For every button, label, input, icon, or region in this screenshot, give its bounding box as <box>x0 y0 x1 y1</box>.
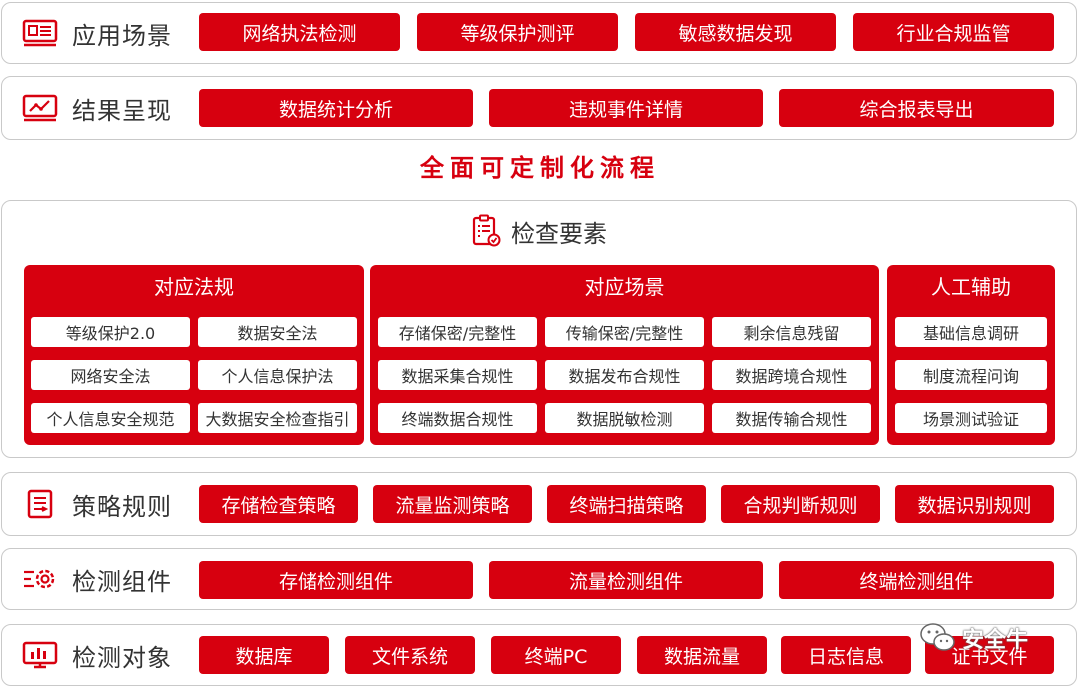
item-cross-border-compliance[interactable]: 数据跨境合规性 <box>712 360 871 390</box>
item-storage-confidentiality[interactable]: 存储保密/完整性 <box>378 317 537 347</box>
item-data-publishing-compliance[interactable]: 数据发布合规性 <box>545 360 704 390</box>
item-data-masking-detection[interactable]: 数据脱敏检测 <box>545 403 704 433</box>
button-data-identification-rules[interactable]: 数据识别规则 <box>895 485 1054 523</box>
item-level-protection[interactable]: 等级保护2.0 <box>31 317 190 347</box>
button-traffic-monitor-strategy[interactable]: 流量监测策略 <box>373 485 532 523</box>
panel-title: 检查要素 <box>511 219 607 248</box>
button-industry-compliance[interactable]: 行业合规监管 <box>853 13 1054 51</box>
button-storage-detection-component[interactable]: 存储检测组件 <box>199 561 473 599</box>
item-residual-information[interactable]: 剩余信息残留 <box>712 317 871 347</box>
button-storage-check-strategy[interactable]: 存储检查策略 <box>199 485 358 523</box>
group-regulations: 对应法规 等级保护2.0 数据安全法 网络安全法 个人信息保护法 个人信息安全规… <box>24 265 364 445</box>
item-process-inquiry[interactable]: 制度流程问询 <box>895 360 1047 390</box>
button-terminal-pc[interactable]: 终端PC <box>491 636 621 674</box>
row-detection-components: 检测组件 存储检测组件 流量检测组件 终端检测组件 <box>1 548 1077 610</box>
item-data-collection-compliance[interactable]: 数据采集合规性 <box>378 360 537 390</box>
row-detection-targets: 检测对象 数据库 文件系统 终端PC 数据流量 日志信息 证书文件 <box>1 624 1077 686</box>
panel-header: 检查要素 <box>2 213 1076 249</box>
checklist-icon <box>472 214 501 247</box>
row-results: 结果呈现 数据统计分析 违规事件详情 综合报表导出 <box>1 76 1077 140</box>
button-compliance-rules[interactable]: 合规判断规则 <box>721 485 880 523</box>
row-application-scenarios: 应用场景 网络执法检测 等级保护测评 敏感数据发现 行业合规监管 <box>1 2 1077 64</box>
group-manual-assistance: 人工辅助 基础信息调研 制度流程问询 场景测试验证 <box>887 265 1055 445</box>
button-file-system[interactable]: 文件系统 <box>345 636 475 674</box>
button-terminal-detection-component[interactable]: 终端检测组件 <box>779 561 1054 599</box>
item-big-data-security-guide[interactable]: 大数据安全检查指引 <box>198 403 357 433</box>
inspection-elements-panel: 检查要素 对应法规 等级保护2.0 数据安全法 网络安全法 个人信息保护法 个人… <box>1 200 1077 458</box>
group-title: 对应法规 <box>154 275 234 299</box>
item-cybersecurity-law[interactable]: 网络安全法 <box>31 360 190 390</box>
button-level-protection-evaluation[interactable]: 等级保护测评 <box>417 13 618 51</box>
item-data-security-law[interactable]: 数据安全法 <box>198 317 357 347</box>
item-data-transmission-compliance[interactable]: 数据传输合规性 <box>712 403 871 433</box>
item-personal-info-protection-law[interactable]: 个人信息保护法 <box>198 360 357 390</box>
item-transmission-confidentiality[interactable]: 传输保密/完整性 <box>545 317 704 347</box>
button-sensitive-data-discovery[interactable]: 敏感数据发现 <box>635 13 836 51</box>
button-violation-details[interactable]: 违规事件详情 <box>489 89 763 127</box>
button-data-traffic[interactable]: 数据流量 <box>637 636 767 674</box>
group-title: 人工辅助 <box>931 275 1011 299</box>
button-report-export[interactable]: 综合报表导出 <box>779 89 1054 127</box>
button-network-law-enforcement[interactable]: 网络执法检测 <box>199 13 400 51</box>
group-title: 对应场景 <box>584 275 665 299</box>
row-strategy-rules: 策略规则 存储检查策略 流量监测策略 终端扫描策略 合规判断规则 数据识别规则 <box>1 472 1077 536</box>
button-log-info[interactable]: 日志信息 <box>781 636 911 674</box>
item-scenario-test[interactable]: 场景测试验证 <box>895 403 1047 433</box>
group-scenarios: 对应场景 存储保密/完整性 传输保密/完整性 剩余信息残留 数据采集合规性 数据… <box>370 265 879 445</box>
button-traffic-detection-component[interactable]: 流量检测组件 <box>489 561 763 599</box>
button-terminal-scan-strategy[interactable]: 终端扫描策略 <box>547 485 706 523</box>
button-certificate-files[interactable]: 证书文件 <box>925 636 1054 674</box>
customizable-process-title: 全面可定制化流程 <box>420 154 660 182</box>
item-personal-info-security-spec[interactable]: 个人信息安全规范 <box>31 403 190 433</box>
item-terminal-data-compliance[interactable]: 终端数据合规性 <box>378 403 537 433</box>
button-data-statistics[interactable]: 数据统计分析 <box>199 89 473 127</box>
button-database[interactable]: 数据库 <box>199 636 329 674</box>
item-basic-info-survey[interactable]: 基础信息调研 <box>895 317 1047 347</box>
